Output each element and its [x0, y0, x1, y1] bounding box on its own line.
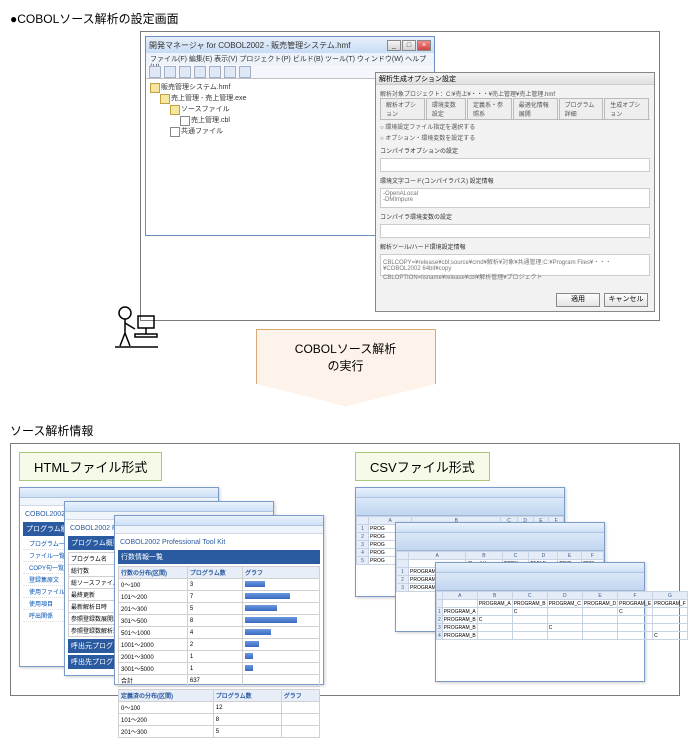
csv-format-label: CSVファイル形式 [355, 452, 490, 481]
dialog-tab[interactable]: 定義系・参照系 [467, 98, 512, 119]
minimize-button[interactable]: _ [387, 40, 401, 51]
distribution-table-2: 定義済の分布(区間)プログラム数グラフ 0～10012 101～2008 201… [118, 689, 320, 738]
text-field[interactable]: -OpenALocal -DMImpure [380, 188, 650, 208]
excel-window: ABCDEFG PROGRAM_APROGRAM_BPROGRAM_CPROGR… [435, 562, 645, 682]
flow-arrow: COBOLソース解析 の実行 [10, 329, 681, 406]
dialog-tab[interactable]: プログラム詳細 [559, 98, 604, 119]
tool-icon[interactable] [239, 66, 251, 78]
radio-option[interactable]: ○ オプション・環境変数を設定する [380, 133, 650, 142]
text-field[interactable] [380, 158, 650, 172]
distribution-table: 行数の分布(区間)プログラム数グラフ 0～1003 101～2007 201～3… [118, 566, 320, 687]
tool-icon[interactable] [179, 66, 191, 78]
field-label: 環境文字コード(コンパイラパス) 設定情報 [380, 176, 650, 185]
dialog-tab[interactable]: 生成オプション [604, 98, 649, 119]
tool-icon[interactable] [209, 66, 221, 78]
apply-button[interactable]: 適用 [556, 293, 600, 307]
dialog-tab[interactable]: 環境変数設定 [426, 98, 466, 119]
settings-dialog: 解析生成オプション設定 解析対象プロジェクト：C:¥売上¥・・・¥売上管理¥売上… [375, 72, 655, 312]
tool-icon[interactable] [194, 66, 206, 78]
field-label: 解析ツール/ハード環境設定情報 [380, 242, 650, 251]
main-titlebar: 開発マネージャ for COBOL2002 - 販売管理システム.hmf _ □… [146, 37, 434, 53]
tool-icon[interactable] [224, 66, 236, 78]
text-field[interactable] [380, 224, 650, 238]
excel-ribbon[interactable] [396, 533, 604, 551]
dialog-tab[interactable]: 解析オプション [380, 98, 425, 119]
field-label: コンパイラ環境変数の設定 [380, 212, 650, 221]
project-path: 解析対象プロジェクト：C:¥売上¥・・・¥売上管理¥売上管理.hmf [380, 89, 650, 98]
maximize-button[interactable]: □ [402, 40, 416, 51]
report-header: 行数情報一覧 [118, 550, 320, 564]
output-panel: HTMLファイル形式 COBOL2002 Professional Tool K… [10, 443, 680, 696]
close-button[interactable]: × [417, 40, 431, 51]
settings-screenshot: 開発マネージャ for COBOL2002 - 販売管理システム.hmf _ □… [140, 31, 660, 321]
tool-icon[interactable] [164, 66, 176, 78]
output-title: ソース解析情報 [10, 422, 681, 439]
arrow-label: COBOLソース解析 の実行 [256, 329, 436, 384]
radio-option[interactable]: ○ 環境設定ファイル指定を選択する [380, 122, 650, 131]
text-field[interactable]: CBLCOPY=¥release¥cbl;source¥cmd¥解析¥対象¥共通… [380, 254, 650, 276]
menubar[interactable]: ファイル(F) 編集(E) 表示(V) プロジェクト(P) ビルド(B) ツール… [146, 53, 434, 65]
settings-title: ●COBOLソース解析の設定画面 [10, 10, 681, 27]
brand: COBOL2002 Professional Tool Kit [118, 537, 320, 548]
window-title: 開発マネージャ for COBOL2002 - 販売管理システム.hmf [149, 40, 350, 51]
html-format-label: HTMLファイル形式 [19, 452, 162, 481]
spreadsheet[interactable]: ABCDEFG PROGRAM_APROGRAM_BPROGRAM_CPROGR… [436, 591, 688, 640]
tool-icon[interactable] [149, 66, 161, 78]
dialog-title: 解析生成オプション設定 [376, 73, 654, 85]
excel-ribbon[interactable] [356, 498, 564, 516]
dialog-tab[interactable]: 最適化情報展開 [513, 98, 558, 119]
html-report-window: COBOL2002 Professional Tool Kit 行数情報一覧 行… [114, 515, 324, 685]
cancel-button[interactable]: キャンセル [604, 293, 648, 307]
excel-ribbon[interactable] [436, 573, 644, 591]
field-label: コンパイラオプションの設定 [380, 146, 650, 155]
